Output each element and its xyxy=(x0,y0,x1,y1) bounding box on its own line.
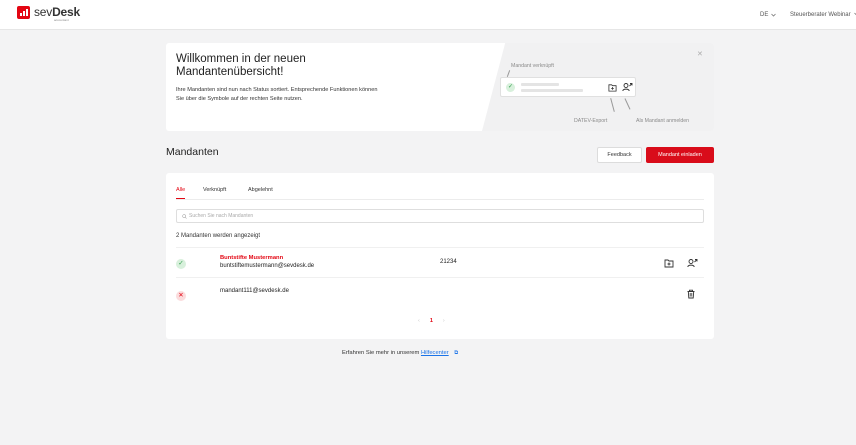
client-list-card: Alle Verknüpft Abgelehnt 2 Mandanten wer… xyxy=(166,173,714,339)
close-icon[interactable]: ✕ xyxy=(697,50,703,58)
login-as-client-icon[interactable] xyxy=(687,258,698,268)
next-page-button[interactable]: › xyxy=(443,318,445,324)
datev-export-icon xyxy=(608,84,617,92)
invite-client-button[interactable]: Mandant einladen xyxy=(646,147,714,163)
search-icon xyxy=(182,213,187,219)
language-selector[interactable]: DE xyxy=(760,12,777,18)
demo-label-login: Als Mandant anmelden xyxy=(636,118,690,124)
datev-export-icon[interactable] xyxy=(664,258,674,268)
logo-mark-icon xyxy=(17,6,30,19)
page-title: Mandanten xyxy=(166,146,219,158)
trash-icon[interactable] xyxy=(686,289,696,299)
chevron-down-icon xyxy=(771,13,777,17)
client-name[interactable]: Buntstifte Mustermann xyxy=(220,255,283,261)
feedback-button[interactable]: Feedback xyxy=(597,147,642,163)
check-icon: ✓ xyxy=(506,83,515,92)
list-item[interactable]: ✓ Buntstifte Mustermann buntstiftemuster… xyxy=(176,247,704,275)
logo-wordmark: sevDesk xyxy=(34,5,80,19)
linked-status-icon: ✓ xyxy=(176,259,186,269)
demo-client-card: ✓ xyxy=(500,77,636,97)
demo-label-linked: Mandant verknüpft xyxy=(511,63,554,69)
client-email: buntstiftemustermann@sevdesk.de xyxy=(220,263,315,269)
help-text: Erfahren Sie mehr in unserem xyxy=(342,350,420,356)
current-page[interactable]: 1 xyxy=(430,318,433,324)
language-label: DE xyxy=(760,12,769,18)
demo-label-export: DATEV-Export xyxy=(574,118,608,124)
client-number: 21234 xyxy=(440,259,457,265)
logo-tagline: accountant xyxy=(54,18,69,22)
search-input[interactable] xyxy=(189,211,689,221)
login-as-client-icon xyxy=(622,83,633,92)
tab-linked[interactable]: Verknüpft xyxy=(203,187,226,193)
search-box[interactable] xyxy=(176,209,704,223)
prev-page-button[interactable]: ‹ xyxy=(418,318,420,324)
help-center-link[interactable]: Hilfecenter xyxy=(421,350,449,356)
sevdesk-logo[interactable]: sevDesk accountant xyxy=(17,6,80,22)
welcome-title: Willkommen in der neuen Mandantenübersic… xyxy=(176,53,306,78)
pagination: ‹ 1 › xyxy=(418,318,445,324)
welcome-banner: Willkommen in der neuen Mandantenübersic… xyxy=(166,43,714,131)
rejected-status-icon: ✕ xyxy=(176,291,186,301)
user-menu[interactable]: Steuerberater Webinar xyxy=(790,12,856,18)
top-bar: sevDesk accountant DE Steuerberater Webi… xyxy=(0,0,856,30)
external-link-icon[interactable]: ⧉ xyxy=(454,350,458,356)
help-footer: Erfahren Sie mehr in unserem Hilfecenter… xyxy=(342,350,458,357)
client-email: mandant111@sevdesk.de xyxy=(220,288,289,294)
tab-all[interactable]: Alle xyxy=(176,187,185,193)
active-tab-indicator xyxy=(176,198,185,199)
user-name: Steuerberater Webinar xyxy=(790,12,851,18)
welcome-text: Ihre Mandanten sind nun nach Status sort… xyxy=(176,87,378,102)
tab-rejected[interactable]: Abgelehnt xyxy=(248,187,273,193)
result-count: 2 Mandanten werden angezeigt xyxy=(176,233,261,239)
list-item[interactable]: ✕ mandant111@sevdesk.de xyxy=(176,277,704,305)
